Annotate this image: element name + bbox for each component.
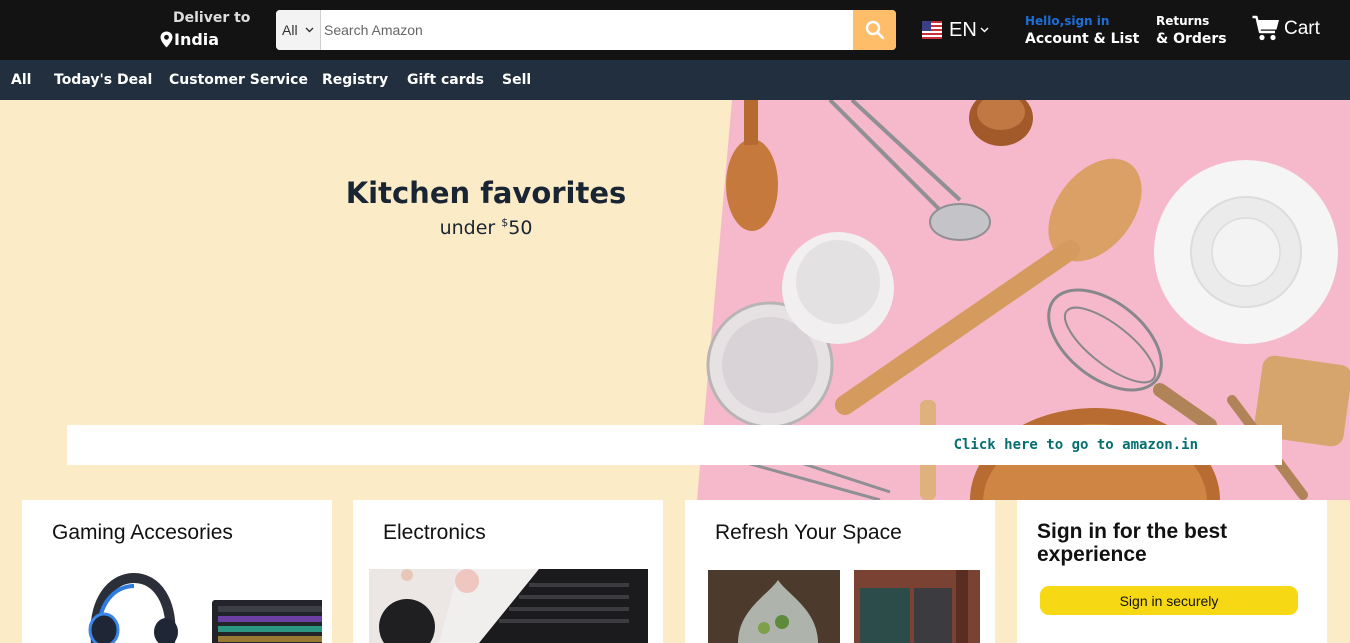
- location-pin-icon: [160, 31, 173, 48]
- amazon-in-link[interactable]: Click here to go to amazon.in: [954, 437, 1198, 453]
- gaming-accessories-image: [88, 572, 322, 643]
- hero-subtitle: under $50: [330, 216, 642, 239]
- deliver-label: Deliver to: [173, 10, 251, 26]
- language-label: EN: [949, 18, 977, 41]
- account-label: Account & List: [1025, 31, 1140, 47]
- search-input[interactable]: [321, 10, 853, 50]
- nav-item-customer-service[interactable]: Customer Service: [169, 72, 308, 88]
- hero-subtitle-prefix: under: [439, 217, 502, 239]
- chevron-down-icon: [305, 27, 314, 33]
- nav-item-sell[interactable]: Sell: [502, 72, 531, 88]
- card-title: Electronics: [383, 521, 486, 544]
- card-title: Refresh Your Space: [715, 521, 902, 544]
- account-greeting: Hello,sign in: [1025, 14, 1110, 28]
- language-selector[interactable]: EN: [922, 17, 989, 43]
- nav-item-registry[interactable]: Registry: [322, 72, 388, 88]
- search-category-select[interactable]: All: [276, 10, 321, 50]
- search-category-value: All: [282, 22, 298, 38]
- nav-item-gift-cards[interactable]: Gift cards: [407, 72, 484, 88]
- cart-button[interactable]: Cart: [1252, 15, 1320, 42]
- card-title: Gaming Accesories: [52, 521, 233, 544]
- orders-label: & Orders: [1156, 31, 1227, 47]
- search-icon: [865, 20, 884, 40]
- amazon-in-banner: Click here to go to amazon.in: [67, 425, 1282, 465]
- hero-title: Kitchen favorites: [345, 176, 627, 210]
- nav-bar: All Today's Deal Customer Service Regist…: [0, 60, 1350, 100]
- card-gaming-accessories[interactable]: Gaming Accesories: [22, 500, 332, 643]
- cart-label: Cart: [1284, 17, 1320, 39]
- signin-button[interactable]: Sign in securely: [1040, 586, 1298, 615]
- top-header: Deliver to India All Search Amazon EN He…: [0, 0, 1350, 60]
- nav-item-todays-deal[interactable]: Today's Deal: [54, 72, 152, 88]
- refresh-your-space-image: [708, 570, 980, 643]
- electronics-image: [369, 569, 648, 643]
- search-button[interactable]: [853, 10, 896, 50]
- signin-title: Sign in for the best experience: [1037, 520, 1228, 566]
- chevron-down-icon: [980, 27, 989, 33]
- returns-orders-link[interactable]: Returns & Orders: [1156, 14, 1227, 47]
- deliver-location: India: [174, 30, 220, 49]
- card-refresh-your-space[interactable]: Refresh Your Space: [685, 500, 995, 643]
- hero-subtitle-amount: 50: [508, 217, 533, 239]
- cart-icon: [1252, 15, 1279, 41]
- returns-label: Returns: [1156, 14, 1210, 28]
- nav-item-all[interactable]: All: [11, 72, 31, 88]
- account-menu[interactable]: Hello,sign in Account & List: [1025, 14, 1139, 47]
- us-flag-icon: [922, 21, 942, 39]
- search-bar: All: [276, 10, 896, 50]
- card-electronics[interactable]: Electronics: [353, 500, 663, 643]
- card-sign-in: Sign in for the best experience Sign in …: [1017, 500, 1327, 643]
